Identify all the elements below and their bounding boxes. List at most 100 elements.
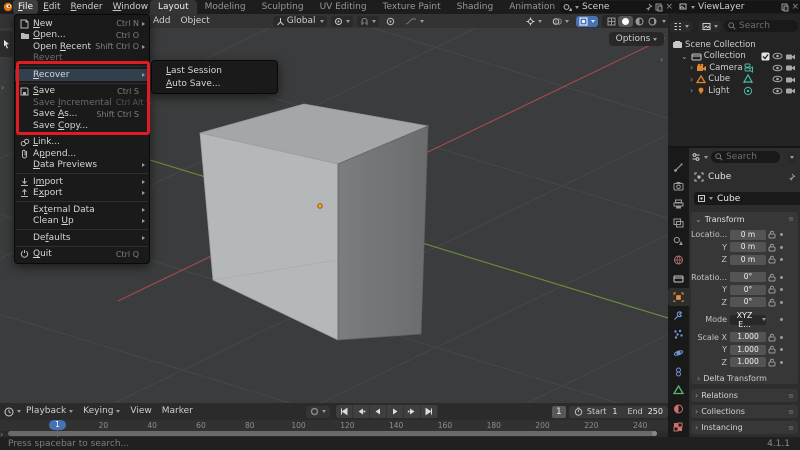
value-field[interactable]: 0 m [730, 229, 766, 240]
current-frame-badge[interactable]: 1 [49, 420, 66, 430]
outliner-row-camera[interactable]: › Camera [668, 62, 800, 74]
outliner-row-scene-collection[interactable]: Scene Collection [668, 39, 800, 51]
pivot-point-dropdown[interactable] [331, 15, 354, 27]
panel-collections[interactable]: › Collections ≡ [691, 405, 798, 418]
unlink-scene-icon[interactable]: × [665, 2, 673, 12]
animate-dot[interactable] [780, 348, 783, 351]
menu-item-revert[interactable]: Revert [15, 53, 149, 65]
viewport-menu-add[interactable]: Add [148, 14, 175, 28]
properties-tab-world[interactable] [668, 251, 689, 269]
properties-options-dropdown[interactable] [787, 151, 797, 163]
eye-icon[interactable] [772, 75, 783, 83]
properties-tab-particles[interactable] [668, 325, 689, 343]
start-label[interactable]: Start [587, 407, 607, 416]
properties-tab-modifier[interactable] [668, 307, 689, 325]
eye-icon[interactable] [772, 64, 783, 72]
properties-tab-object[interactable] [668, 288, 689, 307]
timeline-menu-marker[interactable]: Marker [157, 403, 198, 420]
animate-dot[interactable] [780, 245, 783, 249]
value-field[interactable]: 1.000 [730, 344, 766, 355]
lock-icon[interactable] [768, 285, 776, 294]
play-back-button[interactable] [370, 405, 387, 418]
menu-item-append[interactable]: Append... [15, 148, 149, 160]
menu-item-quit[interactable]: Quit Ctrl Q [15, 249, 149, 261]
lock-icon[interactable] [768, 273, 776, 282]
prev-key-button[interactable] [353, 405, 370, 418]
shading-wireframe-button[interactable] [605, 17, 618, 26]
properties-editor-type-button[interactable] [691, 152, 708, 162]
menu-item-external-data[interactable]: External Data [15, 204, 149, 216]
pin-icon[interactable] [645, 3, 653, 12]
panel-grip-icon[interactable]: ≡ [788, 215, 794, 223]
outliner-row-collection[interactable]: ⌄ Collection [668, 51, 800, 63]
options-button[interactable]: Options [609, 32, 664, 46]
camera-toggle-icon[interactable] [785, 52, 796, 61]
submenu-item-last-session[interactable]: Last Session [152, 64, 277, 77]
menu-item-defaults[interactable]: Defaults [15, 232, 149, 244]
eye-icon[interactable] [772, 87, 783, 95]
sidebar-toggle-arrow[interactable]: ‹ [660, 55, 663, 64]
camera-toggle-icon[interactable] [785, 63, 796, 72]
timeline-ruler[interactable]: 1 20 40 60 80 100 120 140 160 180 200 220 240 [0, 420, 668, 438]
select-box-tool-button[interactable] [0, 31, 13, 57]
start-value[interactable]: 1 [612, 407, 617, 416]
properties-tab-constraints[interactable] [668, 363, 689, 381]
value-field[interactable]: 0° [730, 284, 766, 295]
workspace-tab-shading[interactable]: Shading [449, 0, 502, 14]
object-name-field[interactable]: Cube [694, 192, 800, 205]
auto-keying-toggle[interactable] [305, 405, 330, 418]
properties-search-input[interactable]: Search [711, 151, 780, 163]
proportional-editing-toggle[interactable] [383, 16, 398, 27]
value-field[interactable]: 0 m [730, 254, 766, 265]
properties-tab-collection[interactable] [668, 270, 689, 288]
properties-tab-tool[interactable] [668, 158, 689, 176]
new-scene-icon[interactable] [655, 3, 663, 12]
workspace-tab-texture-paint[interactable]: Texture Paint [375, 0, 449, 14]
menu-item-open-recent[interactable]: Open Recent Shift Ctrl O [15, 41, 149, 53]
animate-dot[interactable] [780, 288, 783, 291]
pin-icon[interactable] [788, 173, 796, 182]
menu-item-link[interactable]: Link... [15, 137, 149, 149]
show-gizmo-dropdown[interactable] [523, 16, 545, 27]
outliner-search-input[interactable]: Search [724, 20, 798, 32]
lock-icon[interactable] [768, 358, 776, 367]
panel-instancing[interactable]: › Instancing ≡ [691, 421, 798, 434]
view-layer-name[interactable]: ViewLayer [698, 2, 778, 12]
menu-item-recover[interactable]: Recover [15, 69, 149, 81]
menu-item-export[interactable]: Export [15, 188, 149, 200]
menu-item-save[interactable]: Save Ctrl S [15, 86, 149, 98]
timeline-menu-playback[interactable]: Playback [21, 403, 78, 420]
shading-rendered-button[interactable] [646, 17, 659, 26]
remove-view-layer-icon[interactable]: × [791, 2, 799, 12]
panel-relations[interactable]: › Relations ≡ [691, 389, 798, 402]
next-key-button[interactable] [404, 405, 421, 418]
play-button[interactable] [387, 405, 404, 418]
transform-panel-header[interactable]: ⌄ Transform ≡ [691, 212, 798, 226]
blender-logo-icon[interactable] [3, 2, 13, 12]
animate-dot[interactable] [780, 300, 783, 304]
properties-tab-scene[interactable] [668, 232, 689, 250]
outliner-filter-dropdown[interactable] [699, 20, 721, 32]
view-layer-selector[interactable]: ViewLayer × [676, 1, 800, 13]
menubar-item-window[interactable]: Window [108, 0, 154, 14]
panel-divider[interactable] [668, 146, 800, 148]
toolbar-expand-arrow[interactable]: › [1, 83, 4, 92]
rotation-mode-dropdown[interactable]: XYZ E... [730, 311, 766, 329]
checkbox-icon[interactable] [761, 52, 770, 61]
value-field[interactable]: 0° [730, 272, 766, 282]
animate-dot[interactable] [780, 233, 783, 236]
properties-tab-physics[interactable] [668, 344, 689, 362]
current-frame-field[interactable]: 1 [551, 405, 566, 418]
properties-tab-render[interactable] [668, 177, 689, 195]
value-field[interactable]: 0° [730, 297, 766, 307]
timeline-menu-keying[interactable]: Keying [78, 403, 125, 420]
outliner-display-mode-dropdown[interactable] [670, 20, 692, 32]
expander-arrow-icon[interactable]: › [690, 63, 693, 72]
menubar-item-edit[interactable]: Edit [38, 0, 65, 14]
eye-icon[interactable] [772, 52, 783, 60]
animate-dot[interactable] [780, 335, 783, 339]
menubar-item-render[interactable]: Render [66, 0, 108, 14]
end-label[interactable]: End [628, 407, 643, 416]
timeline-scrollbar[interactable] [8, 431, 657, 436]
delta-transform-subpanel[interactable]: › Delta Transform [691, 372, 798, 385]
